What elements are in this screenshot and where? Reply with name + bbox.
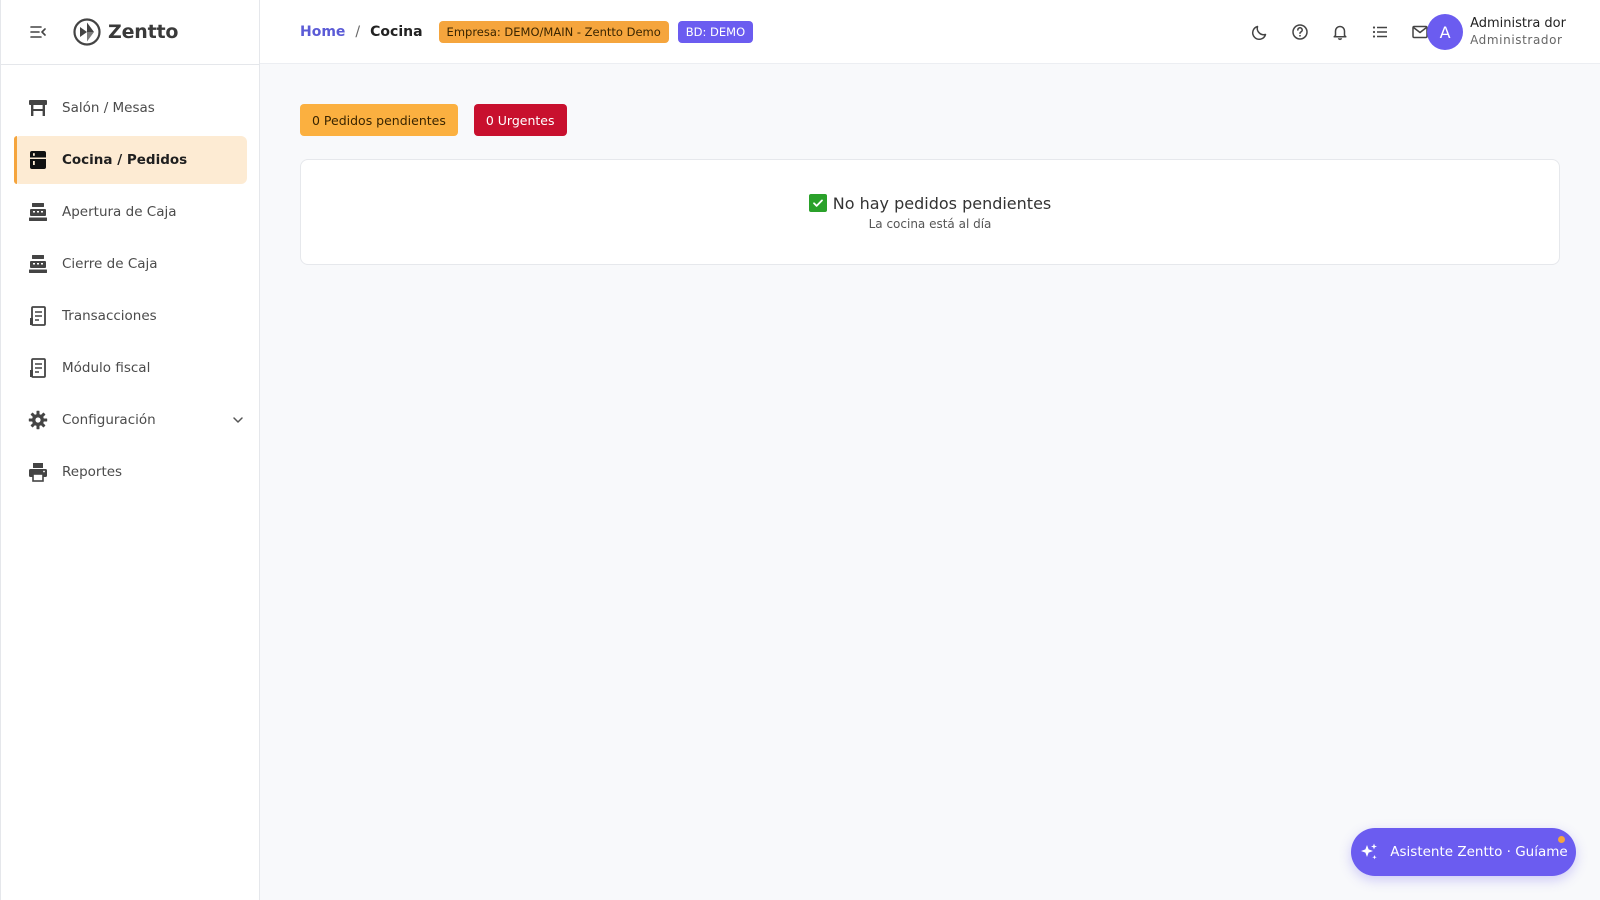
order-stats: 0 Pedidos pendientes 0 Urgentes [300,104,1560,136]
user-menu[interactable]: A Administra dor Administrador [1427,14,1566,50]
sidebar-item-salon-mesas[interactable]: Salón / Mesas [14,84,247,132]
sidebar-item-cierre-caja[interactable]: Cierre de Caja [14,240,247,288]
table-icon [27,97,49,119]
sidebar-item-apertura-caja[interactable]: Apertura de Caja [14,188,247,236]
brand-name: Zentto [108,21,179,43]
user-info: Administra dor Administrador [1470,15,1566,49]
empty-state-title: No hay pedidos pendientes [832,193,1052,213]
receipt-icon [27,357,49,379]
brand[interactable]: Zentto [73,18,178,46]
sidebar-item-label: Salón / Mesas [62,100,155,116]
sidebar-item-label: Transacciones [62,308,157,324]
sidebar-item-modulo-fiscal[interactable]: Módulo fiscal [14,344,247,392]
menu-collapse-icon[interactable] [29,23,47,41]
assistant-button[interactable]: Asistente Zentto · Guíame [1351,828,1576,876]
sidebar-item-reportes[interactable]: Reportes [14,448,247,496]
sidebar-item-label: Módulo fiscal [62,360,151,376]
topbar-actions [1230,22,1430,42]
sidebar: Zentto Salón / Mesas Cocina / Pedidos Ap… [0,0,260,900]
user-name: Administra dor [1470,16,1566,31]
sidebar-item-configuracion[interactable]: Configuración [14,396,247,444]
user-role: Administrador [1470,33,1563,47]
gear-icon [27,409,49,431]
receipt-icon [27,305,49,327]
sidebar-item-label: Cocina / Pedidos [62,152,188,168]
moon-icon[interactable] [1250,22,1270,42]
sidebar-nav: Salón / Mesas Cocina / Pedidos Apertura … [1,65,259,496]
urgent-orders-badge: 0 Urgentes [473,104,567,136]
sidebar-item-transacciones[interactable]: Transacciones [14,292,247,340]
sidebar-header: Zentto [1,0,259,65]
sparkle-icon [1361,843,1378,860]
kitchen-icon [27,149,49,171]
breadcrumb-separator: / [355,23,361,40]
assistant-label: Asistente Zentto · Guíame [1390,844,1568,860]
chevron-down-icon[interactable] [231,413,245,427]
sidebar-item-label: Reportes [62,464,123,480]
empresa-badge: Empresa: DEMO/MAIN - Zentto Demo [438,20,669,43]
empty-state-card: No hay pedidos pendientes La cocina está… [300,159,1560,265]
empty-state-subtitle: La cocina está al día [868,216,992,231]
pending-orders-badge: 0 Pedidos pendientes [300,104,458,136]
breadcrumb-current: Cocina [370,23,423,40]
empty-state-title-row: No hay pedidos pendientes [808,193,1052,213]
sidebar-item-label: Configuración [62,412,156,428]
breadcrumb-home-link[interactable]: Home [300,24,345,40]
breadcrumb: Home / Cocina Empresa: DEMO/MAIN - Zentt… [300,20,754,43]
list-icon[interactable] [1370,22,1390,42]
sidebar-item-label: Cierre de Caja [62,256,158,272]
sidebar-item-label: Apertura de Caja [62,204,177,220]
cash-register-icon [27,253,49,275]
zentto-logo-icon [73,18,101,46]
sidebar-item-cocina-pedidos[interactable]: Cocina / Pedidos [14,136,247,184]
notification-dot [1558,836,1565,843]
cash-register-icon [27,201,49,223]
bell-icon[interactable] [1330,22,1350,42]
topbar: Home / Cocina Empresa: DEMO/MAIN - Zentt… [260,0,1600,64]
avatar: A [1427,14,1464,50]
main-content: 0 Pedidos pendientes 0 Urgentes No hay p… [300,104,1560,265]
help-icon[interactable] [1290,22,1310,42]
database-badge: BD: DEMO [677,20,754,43]
check-icon [808,194,827,212]
printer-icon [27,461,49,483]
